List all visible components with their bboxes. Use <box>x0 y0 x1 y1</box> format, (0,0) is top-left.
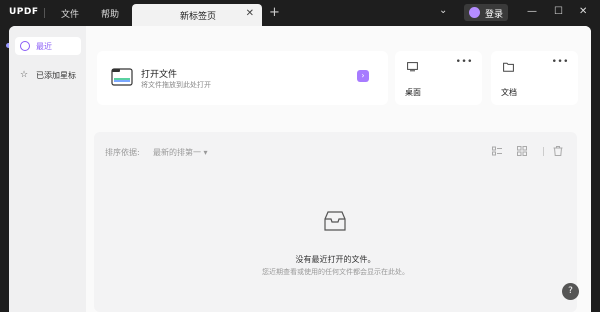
more-options-icon[interactable]: ••• <box>456 57 473 67</box>
help-button[interactable]: ? <box>562 283 579 300</box>
main-panel: 最近 ☆ 已添加星标 打开文件 将文件拖放到此处打开 › ••• 桌面 ••• … <box>9 26 591 312</box>
sort-label: 排序依据: <box>105 148 140 157</box>
open-file-card[interactable]: 打开文件 将文件拖放到此处打开 › <box>97 51 388 105</box>
empty-tray-icon <box>324 211 346 231</box>
avatar <box>469 7 480 18</box>
empty-state-subtitle: 您近期查看或使用的任何文件都会显示在此处。 <box>262 268 409 276</box>
desktop-label: 桌面 <box>405 88 421 97</box>
documents-card[interactable]: ••• 文档 <box>491 51 578 105</box>
updf-logo: UPDF <box>9 7 39 17</box>
sort-dropdown[interactable]: 最新的排第一 ▾ <box>153 147 208 158</box>
menu-help[interactable]: 帮助 <box>101 7 119 20</box>
content-area: 打开文件 将文件拖放到此处打开 › ••• 桌面 ••• 文档 排序依据: 最新… <box>86 26 591 312</box>
close-tab-icon[interactable]: ✕ <box>246 8 254 19</box>
chevron-right-icon[interactable]: › <box>357 70 369 82</box>
sidebar-item-label: 最近 <box>36 42 52 51</box>
desktop-card[interactable]: ••• 桌面 <box>395 51 482 105</box>
open-file-subtitle: 将文件拖放到此处打开 <box>141 81 211 89</box>
sidebar-item-starred[interactable]: ☆ 已添加星标 <box>15 66 81 84</box>
folder-icon <box>503 62 514 72</box>
chevron-down-icon[interactable]: ⌄ <box>439 5 447 16</box>
list-view-icon[interactable] <box>492 146 502 156</box>
open-file-title: 打开文件 <box>141 70 178 80</box>
sidebar-item-recent[interactable]: 最近 <box>15 37 81 55</box>
tab-label: 新标签页 <box>180 12 217 22</box>
open-folder-icon <box>111 68 133 86</box>
add-tab-button[interactable]: + <box>269 5 280 20</box>
trash-icon[interactable] <box>553 146 563 156</box>
divider <box>44 8 45 18</box>
recent-files-area: 排序依据: 最新的排第一 ▾ 没有最近打开的文件。 您近期查看或使用的任何文件都… <box>94 132 577 312</box>
empty-state-title: 没有最近打开的文件。 <box>295 255 376 264</box>
menu-file[interactable]: 文件 <box>61 7 79 20</box>
more-options-icon[interactable]: ••• <box>552 57 569 67</box>
clock-icon <box>20 41 30 51</box>
sidebar: 最近 ☆ 已添加星标 <box>9 26 86 312</box>
close-window-button[interactable]: ✕ <box>579 6 587 17</box>
login-button[interactable]: 登录 <box>464 4 508 21</box>
tab-new-tab[interactable]: 新标签页 ✕ <box>132 4 262 26</box>
documents-label: 文档 <box>501 88 517 97</box>
sidebar-item-label: 已添加星标 <box>36 71 76 80</box>
maximize-button[interactable]: ☐ <box>554 6 563 17</box>
title-bar: UPDF 文件 帮助 新标签页 ✕ + ⌄ 登录 — ☐ ✕ <box>0 0 600 26</box>
grid-view-icon[interactable] <box>517 146 527 156</box>
login-label: 登录 <box>485 10 504 20</box>
toolbar-divider <box>543 147 544 156</box>
star-icon: ☆ <box>20 70 29 80</box>
desktop-icon <box>407 62 418 72</box>
minimize-button[interactable]: — <box>527 6 537 17</box>
